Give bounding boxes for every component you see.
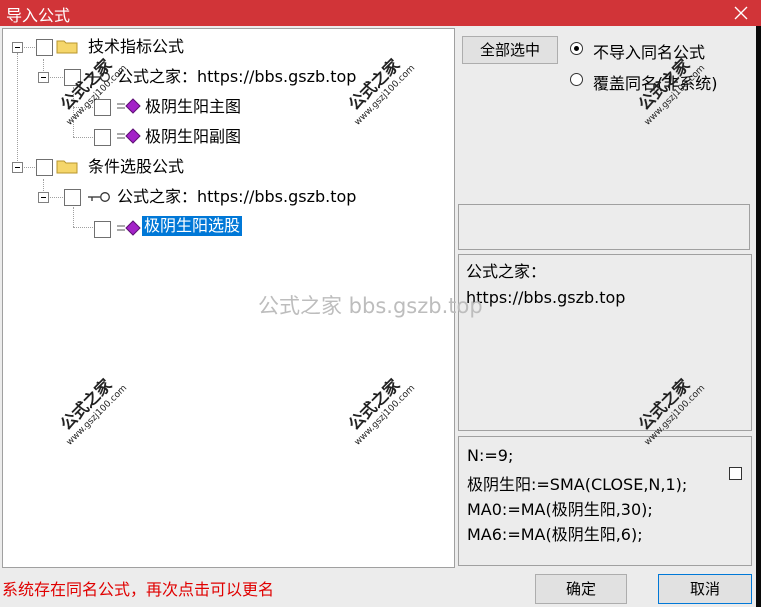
tree-node-label: 技术指标公式 — [88, 37, 185, 56]
tree-checkbox[interactable] — [94, 129, 111, 146]
tree-node-sub-chart[interactable]: 极阴生阳副图 — [3, 125, 423, 149]
tree-node-stock-selection[interactable]: 条件选股公式 — [3, 155, 423, 179]
formula-icon — [117, 220, 141, 236]
status-message: 系统存在同名公式，再次点击可以更名 — [2, 580, 275, 599]
tree-expander[interactable] — [38, 192, 49, 203]
key-icon — [88, 192, 110, 202]
tree-expander[interactable] — [38, 72, 49, 83]
tree-node-label: 条件选股公式 — [88, 157, 185, 176]
formula-icon — [117, 128, 141, 144]
tree-checkbox[interactable] — [36, 159, 53, 176]
code-line-1: N:=9; — [467, 446, 514, 465]
import-formula-dialog: 导入公式 技术指标公式 公式之家：https://bbs.gszb.top 极阴… — [0, 0, 761, 607]
close-icon — [734, 6, 748, 20]
window-title: 导入公式 — [6, 6, 71, 25]
tree-expander[interactable] — [12, 162, 23, 173]
radio-overwrite[interactable] — [570, 73, 583, 86]
info-box-empty — [458, 204, 750, 250]
radio-skip-duplicates[interactable] — [570, 42, 583, 55]
tree-node-label: 极阴生阳副图 — [145, 127, 242, 146]
radio-overwrite-label: 覆盖同名(非系统) — [593, 74, 718, 93]
formula-icon — [117, 98, 141, 114]
tree-node-label: 极阴生阳主图 — [145, 97, 242, 116]
tree-node-label: 公式之家：https://bbs.gszb.top — [117, 187, 357, 206]
radio-skip-duplicates-label: 不导入同名公式 — [593, 43, 706, 62]
ok-button[interactable]: 确定 — [535, 574, 627, 604]
tree-node-site-1[interactable]: 公式之家：https://bbs.gszb.top — [3, 65, 423, 89]
tree-node-label-selected: 极阴生阳选股 — [142, 216, 243, 236]
description-line-1: 公式之家： — [466, 262, 547, 281]
folder-icon — [56, 160, 78, 174]
tree-node-label: 公式之家：https://bbs.gszb.top — [117, 67, 357, 86]
code-line-2: 极阴生阳:=SMA(CLOSE,N,1); — [467, 475, 688, 494]
code-line-4: MA6:=MA(极阴生阳,6); — [467, 525, 643, 544]
tree-checkbox[interactable] — [36, 39, 53, 56]
tree-checkbox[interactable] — [94, 221, 111, 238]
select-all-button[interactable]: 全部选中 — [462, 36, 558, 64]
tree-node-selection-formula[interactable]: 极阴生阳选股 — [3, 215, 423, 239]
description-line-2: https://bbs.gszb.top — [466, 288, 626, 307]
formula-code-box[interactable]: N:=9; 极阴生阳:=SMA(CLOSE,N,1); MA0:=MA(极阴生阳… — [458, 436, 752, 566]
tree-node-tech-indicators[interactable]: 技术指标公式 — [3, 35, 423, 59]
tree-checkbox[interactable] — [64, 69, 81, 86]
tree-node-main-chart[interactable]: 极阴生阳主图 — [3, 95, 423, 119]
description-box: 公式之家： https://bbs.gszb.top — [458, 254, 752, 431]
code-line-3: MA0:=MA(极阴生阳,30); — [467, 500, 653, 519]
tree-checkbox[interactable] — [64, 189, 81, 206]
formula-tree[interactable]: 技术指标公式 公式之家：https://bbs.gszb.top 极阴生阳主图 — [2, 28, 455, 568]
tree-expander[interactable] — [12, 42, 23, 53]
close-button[interactable] — [722, 0, 761, 26]
key-icon — [88, 72, 110, 82]
code-box-checkbox[interactable] — [729, 467, 742, 480]
tree-checkbox[interactable] — [94, 99, 111, 116]
folder-icon — [56, 40, 78, 54]
titlebar: 导入公式 — [0, 0, 761, 26]
tree-node-site-2[interactable]: 公式之家：https://bbs.gszb.top — [3, 185, 423, 209]
cancel-button[interactable]: 取消 — [658, 574, 752, 604]
window-edge — [756, 26, 761, 607]
